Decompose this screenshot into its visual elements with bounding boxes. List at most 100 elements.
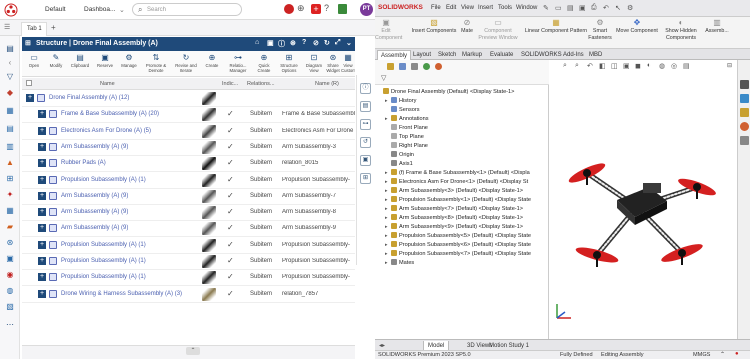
expand-toggle-icon[interactable]: + <box>38 257 46 265</box>
toolbar-relation-manager-button[interactable]: ⊶ Relatio... Manager <box>225 53 251 73</box>
rebuild-icon[interactable]: ⚙ <box>627 4 633 12</box>
expand-toggle-icon[interactable]: + <box>38 289 46 298</box>
refresh-icon[interactable]: ↻ <box>324 39 330 47</box>
toolbar-view-custom-button[interactable]: ▦View Custom... <box>341 53 355 73</box>
tree-node[interactable]: Origin <box>385 151 414 160</box>
previous-view-icon[interactable]: ↶ <box>587 62 593 70</box>
assembly-features-button[interactable]: ▥ Assemb... <box>703 19 731 35</box>
toolbar-quick-create-button[interactable]: ⊕ Quick Create <box>253 53 275 73</box>
tree-node[interactable]: ▸ (f) Frame & Base Subassembly<1> (Defaul… <box>385 169 530 178</box>
drone-model[interactable] <box>557 135 717 285</box>
table-row[interactable]: + Arm Subassembly (A) (9) ✓ Subitem Arm Suba… <box>22 189 355 205</box>
expand-icon[interactable]: ⤢ <box>335 39 341 47</box>
status-alert-icon[interactable]: ● <box>735 351 739 357</box>
menu-icon[interactable]: ⌄ <box>346 39 352 47</box>
new-icon[interactable]: ▭ <box>555 4 562 12</box>
status-units[interactable]: MMGS <box>693 352 710 358</box>
units-chevron-icon[interactable]: ⌃ <box>720 351 725 358</box>
row-name[interactable]: Arm Subassembly (A) (9) <box>61 144 128 150</box>
table-row[interactable]: + Frame & Base Subassembly (A) (20) ✓ Subit… <box>22 107 355 124</box>
help-circle-icon[interactable]: ? <box>302 39 306 46</box>
task-library-icon[interactable] <box>740 108 749 117</box>
tree-node[interactable]: ▸ Arm Subassembly<7> (Default) <Display S… <box>385 205 523 214</box>
rail-chart-icon[interactable]: ▲ <box>5 158 15 168</box>
rail-connect-icon[interactable]: ⊛ <box>5 238 15 248</box>
toolbar-open-button[interactable]: ▭ Open <box>24 53 44 68</box>
create-plus-icon[interactable]: + <box>311 4 321 14</box>
graphics-area[interactable]: ⌕ ⌕ ↶ ◧ ◫ ▣ ◼ ◐ ◍ ◎ ▤ ⊟ <box>549 60 737 339</box>
side-attachments-icon[interactable]: ⊞ <box>360 173 371 184</box>
table-row[interactable]: + Arm Subassembly (A) (9) ✓ Subitem Arm Suba… <box>22 140 355 156</box>
rail-more-icon[interactable]: ⋯ <box>5 320 15 330</box>
tree-node[interactable]: ▸ Propulsion Subassembly<1> (Default) <Di… <box>385 196 531 205</box>
toolbar-create-button[interactable]: ⊕ Create <box>202 53 222 68</box>
compass-app-icon[interactable] <box>284 4 294 14</box>
tree-node[interactable]: ▸ Propulsion Subassembly<6> (Default) <Di… <box>385 241 531 250</box>
section-view-icon[interactable]: ◧ <box>599 62 606 70</box>
hamburger-icon[interactable]: ☰ <box>4 23 10 31</box>
tree-node[interactable]: ▸ Propulsion Subassembly<7> (Default) <Di… <box>385 250 531 259</box>
add-tab-button[interactable]: + <box>51 23 56 32</box>
dimxpert-tab-icon[interactable] <box>423 63 430 70</box>
row-name[interactable]: Drone Final Assembly (A) (12) <box>49 95 129 101</box>
menu-file[interactable]: File <box>431 5 441 11</box>
show-hidden-button[interactable]: ◐ Show Hidden Components <box>661 19 701 42</box>
row-name[interactable]: Arm Subassembly (A) (9) <box>61 193 128 199</box>
expand-toggle-icon[interactable]: + <box>38 224 46 233</box>
table-row[interactable]: + Drone Final Assembly (A) (12) <box>22 91 355 107</box>
rail-filter-icon[interactable]: ▽ <box>5 72 15 82</box>
tree-node[interactable]: ▸ Electronics Asm For Drone<1> (Default) … <box>385 178 528 187</box>
toolbar-revise-button[interactable]: ↻ Revise and Iterate <box>172 53 200 73</box>
configuration-tab-icon[interactable] <box>411 63 418 70</box>
rail-layers-icon[interactable]: ▦ <box>5 106 15 116</box>
lock-icon[interactable]: ▣ <box>267 39 274 47</box>
expand-toggle-icon[interactable]: + <box>38 191 46 200</box>
side-preview-icon[interactable]: ▣ <box>360 155 371 166</box>
smart-fasteners-button[interactable]: ⚙ Smart Fasteners <box>588 19 612 42</box>
zoom-fit-icon[interactable]: ⌕ <box>563 62 567 70</box>
pin-icon[interactable]: ✎ <box>543 4 549 12</box>
task-home-icon[interactable] <box>740 80 749 89</box>
display-style-icon[interactable]: ◼ <box>635 62 641 70</box>
view-settings-icon[interactable]: ▤ <box>683 62 690 70</box>
tree-node[interactable]: ▸ Arm Subassembly<9> (Default) <Display S… <box>385 223 523 232</box>
tree-node[interactable]: ▸ Arm Subassembly<8> (Default) <Display S… <box>385 214 523 223</box>
row-name[interactable]: Arm Subassembly (A) (9) <box>61 225 128 231</box>
select-all-checkbox[interactable] <box>26 80 32 86</box>
insert-components-button[interactable]: ▧ Insert Components <box>409 19 459 35</box>
rail-collapse-icon[interactable]: ‹ <box>5 58 15 68</box>
side-properties-icon[interactable]: ▤ <box>360 101 371 112</box>
rail-tree-icon[interactable]: ⊞ <box>5 174 15 184</box>
tab-evaluate[interactable]: Evaluate <box>487 50 516 60</box>
row-name[interactable]: Propulsion Subassembly (A) (1) <box>61 177 146 183</box>
notification-icon[interactable] <box>338 4 347 14</box>
menu-insert[interactable]: Insert <box>478 5 493 11</box>
expand-toggle-icon[interactable]: + <box>38 273 46 282</box>
featuremanager-tab-icon[interactable] <box>387 63 394 70</box>
row-name[interactable]: Arm Subassembly (A) (9) <box>61 209 128 215</box>
row-name[interactable]: Rubber Pads (A) <box>61 160 106 166</box>
expand-toggle-icon[interactable]: + <box>38 159 46 168</box>
menu-tools[interactable]: Tools <box>498 5 512 11</box>
avatar[interactable]: PT <box>360 3 373 16</box>
toolbar-modify-button[interactable]: ✎ Modify <box>46 53 66 68</box>
nav-arrows-icon[interactable]: ◂▸ <box>379 342 385 349</box>
toolbar-promote-button[interactable]: ⇅ Promote & Demote <box>142 53 170 73</box>
menu-edit[interactable]: Edit <box>446 5 456 11</box>
chevron-down-icon[interactable]: ⌄ <box>119 6 125 14</box>
tab-1[interactable]: Tab 1 <box>21 22 47 36</box>
tree-node[interactable]: Top Plane <box>385 133 424 142</box>
tree-node[interactable]: Right Plane <box>385 142 428 151</box>
tab-layout[interactable]: Layout <box>410 50 434 60</box>
task-resources-icon[interactable] <box>740 94 749 103</box>
rail-alert-icon[interactable]: ◉ <box>5 270 15 280</box>
display-manager-tab-icon[interactable] <box>435 63 442 70</box>
nav-dashboard[interactable]: Dashboa... <box>84 6 115 13</box>
edit-component-button[interactable]: ▣ Edit Component <box>375 19 402 42</box>
tree-node[interactable]: ▸ Annotations <box>385 115 429 124</box>
menu-view[interactable]: View <box>461 5 474 11</box>
table-row[interactable]: + Drone Wiring & Harness Subassembly (A) … <box>22 287 355 303</box>
table-row[interactable]: + Propulsion Subassembly (A) (1) ✓ Subitem P… <box>22 270 355 287</box>
task-custom-properties-icon[interactable] <box>740 136 749 145</box>
add-icon[interactable]: ⊕ <box>297 3 305 14</box>
